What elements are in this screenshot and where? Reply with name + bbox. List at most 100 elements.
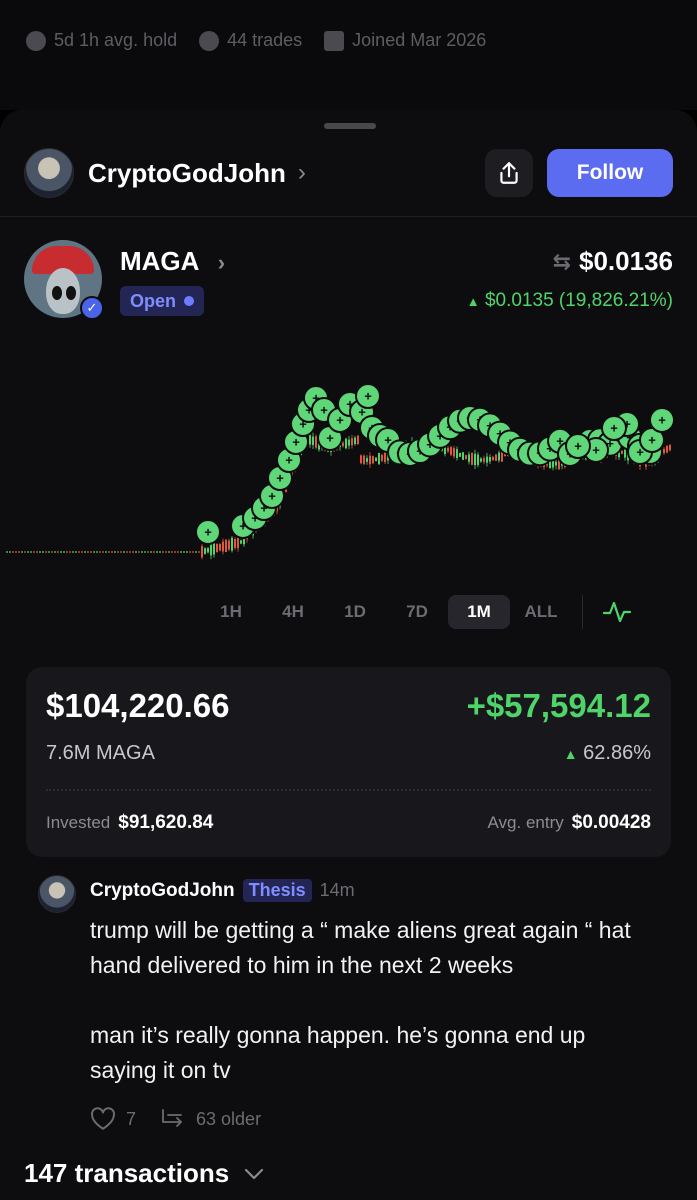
token-name-link[interactable]: MAGA › bbox=[120, 246, 225, 277]
candle bbox=[45, 551, 47, 553]
candle bbox=[456, 449, 458, 459]
candle bbox=[486, 456, 488, 463]
tab-timeframe-7d[interactable]: 7D bbox=[386, 595, 448, 629]
divider bbox=[46, 789, 651, 791]
chevron-right-icon[interactable]: › bbox=[298, 159, 306, 187]
tab-timeframe-4h[interactable]: 4H bbox=[262, 595, 324, 629]
trader-avatar[interactable] bbox=[24, 148, 74, 198]
price-text: $0.0136 bbox=[579, 246, 673, 276]
candle bbox=[129, 551, 131, 553]
candle bbox=[69, 551, 71, 553]
heart-icon[interactable] bbox=[90, 1107, 116, 1131]
candle bbox=[363, 455, 365, 464]
tab-timeframe-1h[interactable]: 1H bbox=[200, 595, 262, 629]
candle bbox=[309, 434, 311, 445]
calendar-icon bbox=[324, 30, 345, 51]
candle bbox=[621, 450, 623, 454]
avg-entry-stat: Avg. entry $0.00428 bbox=[488, 812, 651, 834]
token-name: MAGA bbox=[120, 246, 199, 276]
candle bbox=[60, 551, 62, 553]
candle bbox=[234, 539, 236, 548]
candle bbox=[18, 551, 20, 553]
thread-icon bbox=[162, 1109, 182, 1127]
divider bbox=[582, 595, 583, 629]
chevron-down-icon bbox=[245, 1168, 264, 1179]
transactions-toggle[interactable]: 147 transactions bbox=[24, 1158, 265, 1189]
svg-text:+: + bbox=[658, 413, 666, 428]
candle bbox=[111, 551, 113, 553]
candle bbox=[345, 438, 347, 449]
sheet-drag-handle[interactable] bbox=[324, 123, 376, 129]
tab-timeframe-1d[interactable]: 1D bbox=[324, 595, 386, 629]
candle bbox=[120, 551, 122, 553]
chart-type-toggle[interactable] bbox=[597, 595, 637, 629]
avg-entry-value: $0.00428 bbox=[571, 812, 651, 833]
candle bbox=[366, 458, 368, 462]
trades-stat: 44 trades bbox=[199, 30, 302, 51]
svg-text:+: + bbox=[268, 489, 276, 504]
tab-timeframe-all[interactable]: ALL bbox=[510, 595, 572, 629]
candle bbox=[162, 551, 164, 553]
trader-name[interactable]: CryptoGodJohn bbox=[88, 158, 286, 189]
candle bbox=[216, 543, 218, 553]
candle bbox=[480, 458, 482, 462]
pnl-percent-text: 62.86% bbox=[583, 742, 651, 764]
candle bbox=[492, 456, 494, 461]
candle bbox=[192, 551, 194, 553]
status-text: Open bbox=[130, 290, 177, 311]
candle bbox=[126, 551, 128, 553]
tab-timeframe-1m[interactable]: 1M bbox=[448, 595, 510, 629]
alien-eye-left bbox=[52, 286, 62, 300]
trade-detail-sheet: CryptoGodJohn › Follow ✓ MAGA › Open ⇆ $… bbox=[0, 110, 697, 1200]
up-triangle-icon: ▲ bbox=[563, 746, 578, 762]
trades-text: 44 trades bbox=[227, 30, 303, 50]
older-posts-link[interactable]: 63 older bbox=[196, 1109, 261, 1130]
chevron-right-icon: › bbox=[217, 250, 226, 275]
profile-stats-bar: 5d 1h avg. hold 44 trades Joined Mar 202… bbox=[0, 0, 697, 110]
joined-text: Joined Mar 2026 bbox=[352, 30, 487, 50]
price-change-text: $0.0135 (19,826.21%) bbox=[484, 290, 673, 311]
svg-text:+: + bbox=[610, 421, 618, 436]
post-author[interactable]: CryptoGodJohn bbox=[90, 880, 235, 902]
candle bbox=[105, 551, 107, 553]
candle bbox=[198, 551, 200, 553]
price-chart[interactable]: ++++++++++++++++++++++++++++++++++++++++… bbox=[0, 340, 697, 580]
joined-stat: Joined Mar 2026 bbox=[324, 30, 486, 51]
candle bbox=[315, 436, 317, 448]
post-author-avatar[interactable] bbox=[38, 875, 76, 913]
candle bbox=[210, 543, 212, 556]
post-header: CryptoGodJohn Thesis 14m bbox=[90, 879, 355, 902]
token-price[interactable]: ⇆ $0.0136 bbox=[553, 246, 673, 277]
candle bbox=[63, 551, 65, 553]
candle bbox=[81, 551, 83, 553]
candle bbox=[30, 551, 32, 553]
candle bbox=[9, 551, 11, 553]
candle bbox=[180, 551, 182, 553]
candle bbox=[189, 551, 191, 553]
candle bbox=[174, 551, 176, 553]
share-icon bbox=[500, 162, 518, 184]
candle bbox=[378, 452, 380, 465]
share-button[interactable] bbox=[485, 149, 533, 197]
candle bbox=[375, 457, 377, 461]
token-header: ✓ MAGA › Open ⇆ $0.0136 ▲ $0.0135 (19,82… bbox=[24, 240, 673, 320]
candle bbox=[225, 539, 227, 553]
candle bbox=[201, 546, 203, 558]
buy-marker: + bbox=[565, 433, 591, 459]
candle bbox=[90, 551, 92, 553]
follow-button[interactable]: Follow bbox=[547, 149, 673, 197]
divider bbox=[0, 216, 697, 217]
status-dot bbox=[184, 296, 195, 306]
candle bbox=[369, 455, 371, 465]
svg-text:+: + bbox=[276, 471, 284, 486]
line-chart-icon bbox=[602, 601, 632, 623]
candle bbox=[150, 551, 152, 553]
candle bbox=[72, 551, 74, 553]
candle bbox=[168, 551, 170, 553]
candle bbox=[42, 551, 44, 553]
svg-text:+: + bbox=[285, 453, 293, 468]
candle bbox=[465, 455, 467, 460]
swap-icon bbox=[199, 30, 220, 51]
candle bbox=[231, 537, 233, 551]
candle bbox=[36, 551, 38, 553]
